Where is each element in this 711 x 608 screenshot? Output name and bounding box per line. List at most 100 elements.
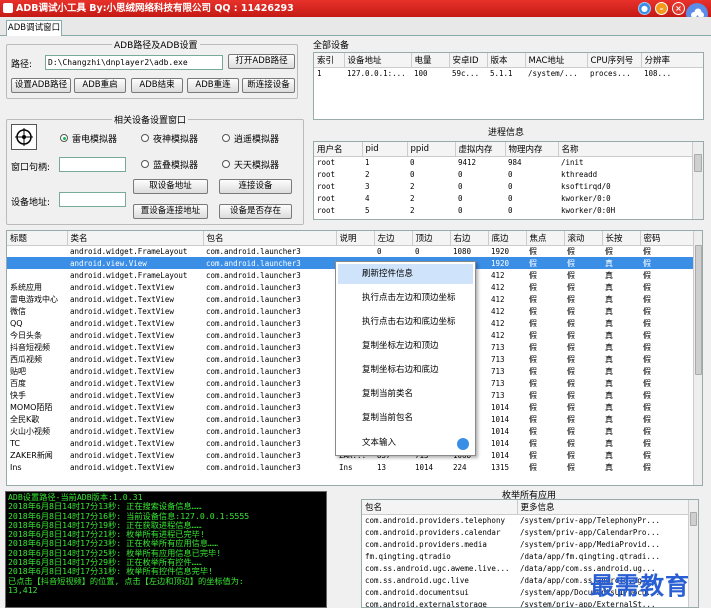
- menu-copy-package-name[interactable]: 复制当前包名: [338, 408, 473, 428]
- table-cell: android.widget.TextView: [70, 330, 174, 340]
- column-header[interactable]: 名称: [558, 142, 693, 157]
- table-cell: 真: [605, 414, 613, 424]
- menu-click-right-bottom[interactable]: 执行点击右边和底边坐标: [338, 312, 473, 332]
- table-row[interactable]: android.widget.FrameLayout com.android.la…: [7, 245, 693, 257]
- column-header[interactable]: 长按: [602, 231, 641, 246]
- get-device-address-button[interactable]: 取设备地址: [133, 179, 208, 194]
- target-crosshair-icon[interactable]: [11, 124, 37, 150]
- process-scrollbar[interactable]: [692, 142, 703, 219]
- table-row[interactable]: root 2 0 0 0 kthreadd: [314, 168, 692, 180]
- table-cell: 假: [529, 330, 537, 340]
- table-cell: ZAKER新闻: [10, 450, 53, 460]
- column-header[interactable]: 顶边: [412, 231, 451, 246]
- column-header[interactable]: 分辨率: [641, 53, 703, 68]
- column-header[interactable]: 左边: [374, 231, 413, 246]
- adb-reconnect-button[interactable]: ADB重连: [187, 78, 239, 93]
- window-handle-input[interactable]: [59, 157, 126, 172]
- set-device-address-button[interactable]: 置设备连接地址: [133, 204, 208, 219]
- column-header[interactable]: 物理内存: [505, 142, 559, 157]
- table-cell: com.android.launcher3: [206, 354, 301, 364]
- column-header[interactable]: ppid: [407, 142, 456, 157]
- table-cell: 假: [567, 378, 575, 388]
- table-row[interactable]: root 3 2 0 0 ksoftirqd/0: [314, 180, 692, 192]
- table-row[interactable]: com.android.providers.media/system/priv-…: [362, 538, 688, 550]
- table-row[interactable]: fm.qingting.qtradio/data/app/fm.qingting…: [362, 550, 688, 562]
- table-cell: 0: [458, 181, 463, 191]
- column-header[interactable]: 电量: [411, 53, 450, 68]
- table-cell: [7, 245, 67, 257]
- menu-refresh-controls[interactable]: 刷新控件信息: [338, 264, 473, 284]
- radio-leidian[interactable]: [60, 134, 68, 142]
- radio-yeshen[interactable]: [141, 134, 149, 142]
- column-header[interactable]: 滚动: [564, 231, 603, 246]
- table-cell: 1014: [491, 414, 510, 424]
- column-header[interactable]: 类名: [67, 231, 204, 246]
- table-cell: 假: [529, 318, 537, 328]
- table-row[interactable]: 1 127.0.0.1:... 100 59c... 5.1.1/system/... p…: [314, 67, 703, 79]
- menu-click-left-top[interactable]: 执行点击左边和顶边坐标: [338, 288, 473, 308]
- table-row[interactable]: com.android.providers.calendar/system/pr…: [362, 526, 688, 538]
- controls-scroll-thumb[interactable]: [695, 245, 702, 375]
- table-cell: 59c...: [452, 68, 480, 78]
- column-header[interactable]: 包名: [203, 231, 337, 246]
- table-cell: 1014: [491, 450, 510, 460]
- adb-path-group-label: ADB路径及ADB设置: [112, 38, 200, 51]
- device-address-input[interactable]: [59, 192, 126, 207]
- column-header[interactable]: 设备地址: [344, 53, 412, 68]
- column-header[interactable]: 更多信息: [517, 500, 689, 515]
- tab-adb-debug[interactable]: ADB调试窗口: [6, 20, 62, 36]
- connect-device-button[interactable]: 连接设备: [219, 179, 292, 194]
- table-cell: 假: [567, 294, 575, 304]
- column-header[interactable]: 右边: [450, 231, 489, 246]
- radio-xiaoyao[interactable]: [222, 134, 230, 142]
- column-header[interactable]: 密码: [640, 231, 694, 246]
- apps-scroll-thumb[interactable]: [690, 512, 697, 526]
- table-row[interactable]: root 4 2 0 0 kworker/0:0: [314, 192, 692, 204]
- table-cell: 假: [567, 438, 575, 448]
- adb-end-button[interactable]: ADB结束: [131, 78, 183, 93]
- table-cell: 0: [415, 246, 420, 256]
- disconnect-device-button[interactable]: 断连接设备: [242, 78, 295, 93]
- radio-landie[interactable]: [141, 160, 149, 168]
- column-header[interactable]: 焦点: [526, 231, 565, 246]
- menu-text-input[interactable]: 文本输入: [338, 433, 473, 453]
- column-header[interactable]: 说明: [336, 231, 375, 246]
- menu-copy-left-top[interactable]: 复制坐标左边和顶边: [338, 336, 473, 356]
- adb-path-input[interactable]: D:\Changzhi\dnplayer2\adb.exe: [45, 55, 223, 70]
- table-row[interactable]: com.android.providers.telephony/system/p…: [362, 514, 688, 526]
- controls-scrollbar[interactable]: [693, 231, 702, 485]
- table-cell: 假: [529, 462, 537, 472]
- all-devices-table[interactable]: 索引 设备地址 电量 安卓ID 版本 MAC地址 CPU序列号 分辨率 1 127.0.0.1:…: [313, 52, 704, 120]
- column-header[interactable]: 索引: [314, 53, 345, 68]
- column-header[interactable]: 底边: [488, 231, 527, 246]
- column-header[interactable]: 版本: [487, 53, 526, 68]
- menu-copy-right-bottom[interactable]: 复制坐标右边和底边: [338, 360, 473, 380]
- open-adb-path-button[interactable]: 打开ADB路径: [228, 54, 295, 69]
- table-cell: 假: [529, 390, 537, 400]
- table-cell: 假: [643, 414, 651, 424]
- table-row[interactable]: root 5 2 0 0 kworker/0:0H: [314, 204, 692, 216]
- column-header[interactable]: MAC地址: [525, 53, 588, 68]
- radio-tiantian[interactable]: [222, 160, 230, 168]
- process-table[interactable]: 用户名 pid ppid 虚拟内存 物理内存 名称 root 1 0 9412 984/init r…: [313, 141, 704, 220]
- close-button[interactable]: ×: [672, 2, 685, 15]
- set-adb-path-button[interactable]: 设置ADB路径: [11, 78, 71, 93]
- table-row[interactable]: root 1 0 9412 984/init: [314, 156, 692, 168]
- table-cell: android.widget.TextView: [70, 402, 174, 412]
- table-row[interactable]: Ins android.widget.TextView com.android.la…: [7, 461, 693, 473]
- column-header[interactable]: 包名: [362, 500, 518, 515]
- minimize-button[interactable]: –: [655, 2, 668, 15]
- column-header[interactable]: CPU序列号: [587, 53, 642, 68]
- log-console[interactable]: ADB设置路径-当前ADB版本:1.0.31 2018年6月8日14时17分13秒…: [5, 491, 327, 608]
- column-header[interactable]: 标题: [7, 231, 68, 246]
- table-cell: kthreadd: [561, 169, 598, 179]
- column-header[interactable]: 虚拟内存: [455, 142, 506, 157]
- device-exists-button[interactable]: 设备是否存在: [219, 204, 292, 219]
- process-scroll-thumb[interactable]: [694, 154, 702, 172]
- menu-copy-class-name[interactable]: 复制当前类名: [338, 384, 473, 404]
- column-header[interactable]: 用户名: [314, 142, 363, 157]
- adb-restart-button[interactable]: ADB重启: [74, 78, 126, 93]
- column-header[interactable]: pid: [362, 142, 408, 157]
- skin-icon[interactable]: ●: [638, 2, 651, 15]
- column-header[interactable]: 安卓ID: [449, 53, 488, 68]
